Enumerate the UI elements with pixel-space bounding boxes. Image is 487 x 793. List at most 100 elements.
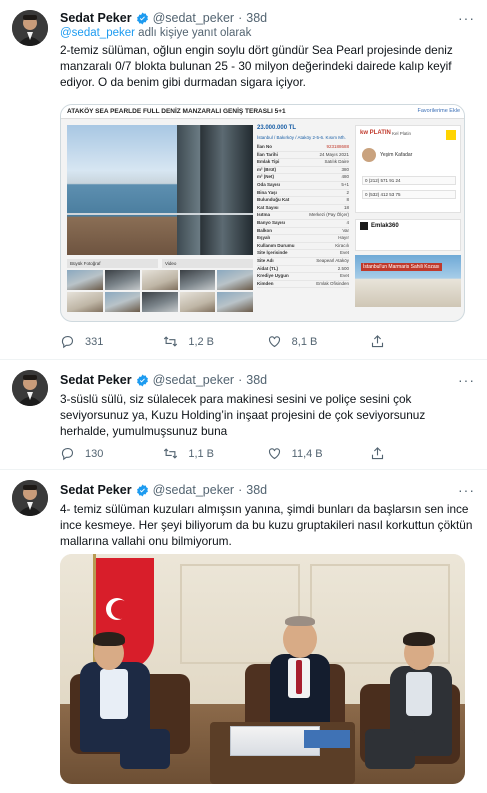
detail-value: Var <box>342 227 349 233</box>
tweet-actions: 130 1,1 B 11,4 B <box>60 446 390 461</box>
detail-value: 480 <box>341 174 349 180</box>
tweet-timestamp[interactable]: 38d <box>246 373 267 387</box>
badge-icon <box>446 130 456 140</box>
listing-detail-row: Bulunduğu Kat 8 <box>257 197 349 205</box>
share-icon <box>371 335 384 348</box>
reply-button[interactable]: 130 <box>60 446 120 461</box>
like-button[interactable]: 8,1 B <box>267 334 327 349</box>
detail-value: 2 <box>346 189 349 195</box>
listing-detail-row: Oda Sayısı 5+1 <box>257 182 349 190</box>
listing-detail-row: Emlak Tipi Satılık Daire <box>257 159 349 167</box>
listing-header: ATAKÖY SEA PEARLDE FULL DENİZ MANZARALI … <box>61 105 464 119</box>
detail-key: Site Adı <box>257 257 274 263</box>
separator-dot: · <box>238 11 243 25</box>
like-count: 11,4 B <box>291 447 323 460</box>
share-button[interactable] <box>370 446 390 461</box>
avatar[interactable] <box>12 10 48 46</box>
more-options-icon[interactable]: ··· <box>458 372 475 388</box>
detail-key: İlan No <box>257 144 273 149</box>
detail-value: Evet <box>339 250 349 256</box>
detail-key: Emlak Tipi <box>257 159 280 165</box>
author-handle[interactable]: @sedat_peker <box>153 483 235 497</box>
more-options-icon[interactable]: ··· <box>458 482 475 498</box>
listing-main-photo <box>67 125 253 255</box>
avatar[interactable] <box>12 480 48 516</box>
detail-key: Balkon <box>257 227 273 233</box>
tweet-actions: 331 1,2 B 8,1 B <box>60 334 390 349</box>
more-options-icon[interactable]: ··· <box>458 10 475 26</box>
detail-key: Kullanım Durumu <box>257 242 295 248</box>
thumbnail <box>142 270 178 290</box>
avatar[interactable] <box>12 370 48 406</box>
author-name[interactable]: Sedat Peker <box>60 483 132 497</box>
separator-dot: · <box>238 373 243 387</box>
detail-value: Evet <box>339 273 349 279</box>
detail-key: Kat Sayısı <box>257 204 279 210</box>
retweet-button[interactable]: 1,2 B <box>163 334 223 349</box>
detail-value: Merkezi (Pay Ölçer) <box>309 212 349 218</box>
listing-detail-row: Aidat (TL) 2.500 <box>257 266 349 274</box>
reply-button[interactable]: 331 <box>60 334 120 349</box>
listing-sidebar: kw PLATIN Kel Platin Yeşim Kafadar 0 (21… <box>355 125 461 307</box>
tweet-image-meeting[interactable] <box>60 554 465 784</box>
listing-detail-row: Bina Yaşı 2 <box>257 190 349 198</box>
tweet-image-listing[interactable]: ATAKÖY SEA PEARLDE FULL DENİZ MANZARALI … <box>60 104 465 322</box>
listing-thumbnails: Büyük Fotoğraf Video <box>67 259 253 312</box>
tweet-timestamp[interactable]: 38d <box>246 11 267 25</box>
share-button[interactable] <box>370 334 390 349</box>
agent-photo <box>362 148 376 162</box>
detail-value: Hayır <box>338 235 349 241</box>
emlak-brand: Emlak360 <box>371 223 399 229</box>
author-handle[interactable]: @sedat_peker <box>153 373 235 387</box>
listing-title: ATAKÖY SEA PEARLDE FULL DENİZ MANZARALI … <box>67 108 286 115</box>
detail-value: 2.500 <box>337 265 349 271</box>
agent-phone-2: 0 (532) 412 53 75 <box>362 190 456 199</box>
retweet-count: 1,1 B <box>188 447 215 460</box>
tweet-text: 4- temiz sülüman kuzuları almışsın yanın… <box>60 502 473 548</box>
detail-key: Bulunduğu Kat <box>257 197 290 203</box>
author-name[interactable]: Sedat Peker <box>60 373 132 387</box>
retweet-button[interactable]: 1,1 B <box>163 446 223 461</box>
detail-key: Krediye Uygun <box>257 273 289 279</box>
thumbnail <box>67 270 103 290</box>
like-button[interactable]: 11,4 B <box>267 446 327 461</box>
reply-to-handle[interactable]: @sedat_peker <box>60 27 135 39</box>
verified-badge-icon <box>136 374 148 386</box>
thumbnail <box>179 292 216 312</box>
listing-detail-row: İlan No 923188688 <box>257 144 349 152</box>
listing-detail-row: m² (Net) 480 <box>257 174 349 182</box>
tweet-2[interactable]: Sedat Peker @sedat_peker · 38d ··· 3-süs… <box>0 360 487 470</box>
ad-tag: İstanbul'un Marmaris Sahili Kozası <box>361 263 442 271</box>
verified-badge-icon <box>136 12 148 24</box>
thumbnail <box>67 292 103 312</box>
listing-detail-row: Site İçerisinde Evet <box>257 250 349 258</box>
thumbnail <box>217 292 253 312</box>
retweet-icon <box>164 448 178 459</box>
thumbnail <box>104 292 141 312</box>
heart-icon <box>268 448 280 460</box>
tweet-1[interactable]: Sedat Peker @sedat_peker · 38d ··· @seda… <box>0 0 487 360</box>
retweet-count: 1,2 B <box>188 335 215 348</box>
detail-value: 923188688 <box>326 144 349 149</box>
detail-key: Isıtma <box>257 212 271 218</box>
listing-detail-row: m² (Brüt) 380 <box>257 167 349 175</box>
author-name[interactable]: Sedat Peker <box>60 11 132 25</box>
tweet-text: 3-süslü sülü, siz sülalecek para makines… <box>60 392 426 438</box>
listing-details: İstanbul / Bakırköy / Ataköy 2-5-6. Kısı… <box>257 135 349 289</box>
agent-name: Yeşim Kafadar <box>380 152 413 158</box>
tab-photo: Büyük Fotoğraf <box>67 259 158 268</box>
tweet-header: Sedat Peker @sedat_peker · 38d <box>60 372 475 388</box>
thumbnail <box>179 270 216 290</box>
author-handle[interactable]: @sedat_peker <box>153 11 235 25</box>
detail-value: 4 <box>346 219 349 225</box>
tweet-header: Sedat Peker @sedat_peker · 38d <box>60 482 475 498</box>
retweet-icon <box>164 336 178 347</box>
listing-location: İstanbul / Bakırköy / Ataköy 2-5-6. Kısı… <box>257 135 346 140</box>
listing-detail-row: Eşyalı Hayır <box>257 235 349 243</box>
emlak-logo-icon <box>360 222 368 230</box>
detail-key: İlan Tarihi <box>257 151 278 157</box>
listing-detail-row: İlan Tarihi 24 Mayıs 2021 <box>257 152 349 160</box>
heart-icon <box>268 336 280 348</box>
detail-key: Bina Yaşı <box>257 189 277 195</box>
tweet-timestamp[interactable]: 38d <box>246 483 267 497</box>
